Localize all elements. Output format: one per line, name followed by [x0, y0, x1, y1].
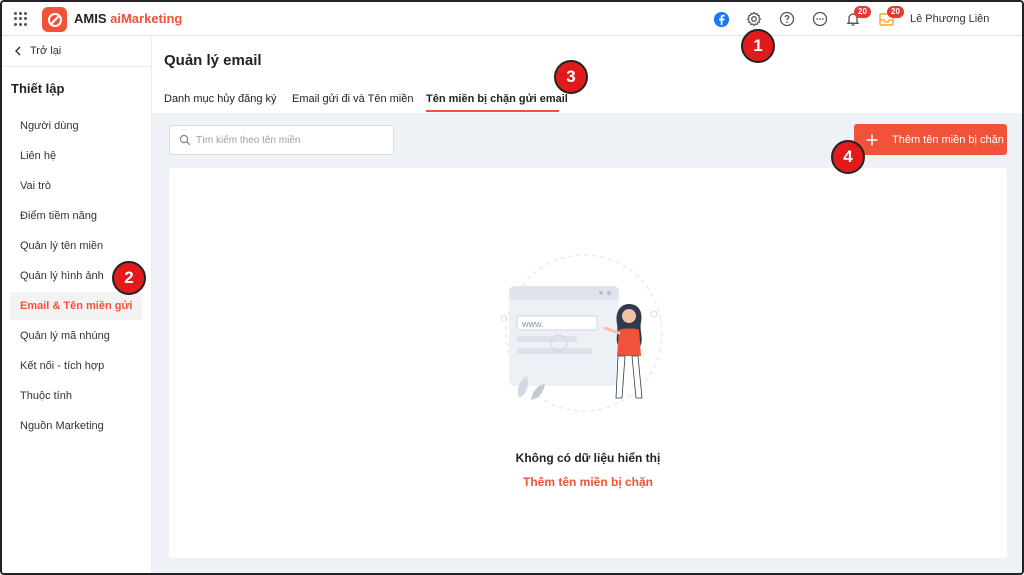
sidebar-item-embed-code[interactable]: Quản lý mã nhúng [10, 322, 142, 350]
empty-state-message: Không có dữ liệu hiển thị [515, 451, 661, 465]
chevron-left-icon [15, 46, 21, 56]
notification-bell-icon[interactable]: 20 [844, 6, 871, 28]
top-bar: AMIS aiMarketing 20 20 Lê Phương Liên [2, 2, 1022, 36]
search-icon [179, 134, 191, 146]
active-tab-indicator [426, 110, 559, 112]
sidebar-item-integrations[interactable]: Kết nối - tích hợp [10, 352, 142, 380]
sidebar-item-lead-score[interactable]: Điểm tiềm năng [10, 202, 142, 230]
amis-logo-icon[interactable] [42, 7, 67, 32]
sidebar-item-contacts[interactable]: Liên hệ [10, 142, 142, 170]
tab-blocked-domains[interactable]: Tên miền bị chặn gửi email [426, 93, 568, 105]
inbox-count-badge: 20 [887, 6, 904, 18]
more-options-icon[interactable] [811, 10, 829, 28]
sidebar-item-attributes[interactable]: Thuộc tính [10, 382, 142, 410]
help-icon[interactable] [778, 10, 796, 28]
settings-gear-icon[interactable] [745, 10, 763, 28]
search-box[interactable] [169, 125, 394, 155]
sidebar-item-marketing-sources[interactable]: Nguồn Marketing [10, 412, 142, 440]
back-label: Trở lại [30, 45, 62, 57]
sidebar-item-users[interactable]: Người dùng [10, 112, 142, 140]
apps-grid-icon[interactable] [14, 12, 28, 26]
empty-state-illustration: www. [501, 254, 663, 412]
tab-outgoing-email-domain[interactable]: Email gửi đi và Tên miền [292, 93, 414, 105]
callout-4: 4 [831, 140, 865, 174]
add-blocked-domain-button[interactable]: Thêm tên miền bị chặn [854, 124, 1007, 155]
illustration-www-text: www. [521, 319, 544, 329]
user-name[interactable]: Lê Phương Liên [910, 13, 989, 25]
brand-name: AMIS aiMarketing [74, 11, 183, 26]
callout-1: 1 [741, 29, 775, 63]
sidebar-item-domain-management[interactable]: Quản lý tên miền [10, 232, 142, 260]
page-title: Quản lý email [164, 52, 262, 69]
notification-count-badge: 20 [854, 6, 871, 18]
tab-unsubscribe-list[interactable]: Danh mục hủy đăng ký [164, 93, 277, 105]
sidebar-divider [2, 66, 152, 67]
plus-icon [866, 134, 878, 145]
empty-state-add-link[interactable]: Thêm tên miền bị chặn [169, 475, 1007, 489]
callout-2: 2 [112, 261, 146, 295]
add-button-label: Thêm tên miền bị chặn [892, 133, 1004, 146]
facebook-icon[interactable] [712, 10, 730, 28]
search-input[interactable] [196, 132, 386, 148]
sidebar-title: Thiết lập [11, 81, 65, 96]
sidebar: Trở lại Thiết lập Người dùng Liên hệ Vai… [2, 37, 152, 573]
sidebar-item-roles[interactable]: Vai trò [10, 172, 142, 200]
callout-3: 3 [554, 60, 588, 94]
back-button[interactable]: Trở lại [14, 45, 61, 57]
empty-state-panel: www. Không có dữ liệu hiển thị Thêm tên … [169, 168, 1007, 558]
app-window: AMIS aiMarketing 20 20 Lê Phương Liên Tr… [0, 0, 1024, 575]
inbox-icon[interactable]: 20 [877, 6, 904, 28]
sidebar-item-email-sending-domain[interactable]: Email & Tên miền gửi [10, 292, 142, 320]
